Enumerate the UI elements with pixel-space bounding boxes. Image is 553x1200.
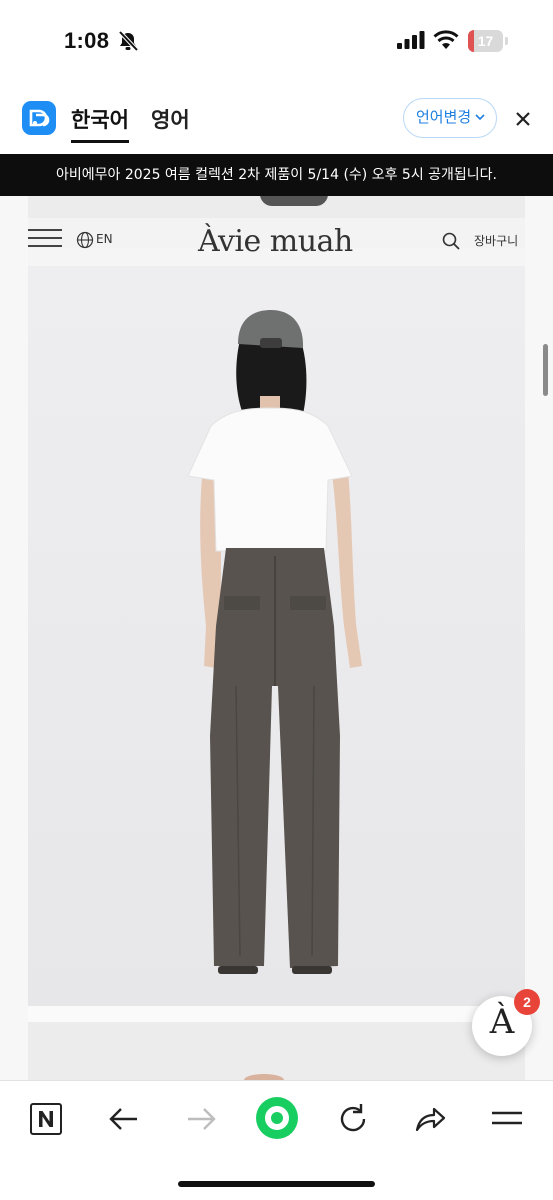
battery-icon: 17 <box>468 30 508 52</box>
cart-link[interactable]: 장바구니 <box>474 232 518 249</box>
webpage-viewport[interactable]: EN Àvie muah 장바구니 <box>0 196 553 1080</box>
active-tab-underline <box>71 140 129 143</box>
share-icon[interactable] <box>410 1099 450 1139</box>
search-icon[interactable] <box>441 231 461 251</box>
papago-translate-icon[interactable] <box>22 101 56 135</box>
refresh-icon[interactable] <box>333 1099 373 1139</box>
translate-bar: 한국어 영어 언어변경 <box>0 84 553 154</box>
globe-icon[interactable] <box>76 231 94 249</box>
cellular-signal-icon <box>397 31 425 49</box>
next-product-image[interactable] <box>28 1022 525 1080</box>
chevron-down-icon <box>475 114 485 121</box>
back-arrow-icon[interactable] <box>104 1099 144 1139</box>
tab-source-language[interactable]: 한국어 <box>71 104 129 134</box>
status-time: 1:08 <box>64 28 110 53</box>
hamburger-menu-icon[interactable] <box>28 229 62 249</box>
change-language-button[interactable]: 언어변경 <box>403 98 497 138</box>
browser-toolbar <box>0 1080 553 1200</box>
naver-n-icon[interactable] <box>26 1099 66 1139</box>
wifi-icon <box>433 30 459 49</box>
change-language-label: 언어변경 <box>416 108 472 126</box>
webpage-content: EN Àvie muah 장바구니 <box>28 196 525 1080</box>
product-image[interactable] <box>28 266 525 1006</box>
tab-target-language[interactable]: 영어 <box>151 104 190 134</box>
green-home-icon[interactable] <box>254 1095 300 1141</box>
notification-badge: 2 <box>514 989 540 1015</box>
brand-logo[interactable]: Àvie muah <box>198 224 353 259</box>
forward-arrow-icon[interactable] <box>181 1099 221 1139</box>
scrollbar[interactable] <box>543 344 548 396</box>
model-photo-illustration <box>28 266 525 1006</box>
close-icon[interactable] <box>512 108 534 130</box>
home-indicator <box>178 1181 375 1187</box>
status-bar: 1:08 17 <box>0 0 553 84</box>
image-divider <box>28 1006 525 1022</box>
language-label[interactable]: EN <box>96 232 113 246</box>
battery-level: 17 <box>477 33 494 49</box>
site-header: EN Àvie muah 장바구니 <box>28 218 525 266</box>
menu-icon[interactable] <box>487 1099 527 1139</box>
bell-slash-icon <box>118 31 139 51</box>
announcement-banner[interactable]: 아비에무아 2025 여름 컬렉션 2차 제품이 5/14 (수) 오후 5시 … <box>0 154 553 196</box>
